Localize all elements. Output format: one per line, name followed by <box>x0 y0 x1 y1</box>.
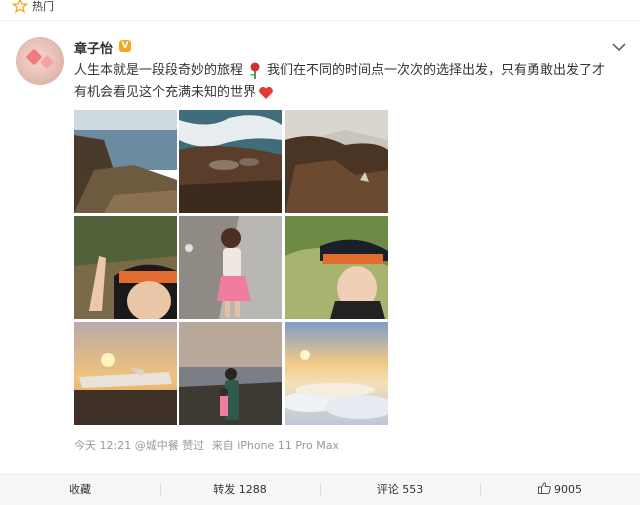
favorite-label: 收藏 <box>69 483 91 496</box>
photo-2[interactable] <box>179 110 282 213</box>
photo-4[interactable] <box>74 216 177 319</box>
post-text: 人生本就是一段段奇妙的旅程 我们在不同的时间点一次次的选择出发，只有勇敢出发了才… <box>74 60 614 104</box>
photo-5[interactable] <box>179 216 282 319</box>
section-label: 热门 <box>32 0 54 13</box>
thumbs-up-icon <box>538 482 551 494</box>
favorite-button[interactable]: 收藏 <box>0 475 160 505</box>
repost-button[interactable]: 转发 1288 <box>160 475 320 505</box>
photo-7[interactable] <box>74 322 177 425</box>
liked-label: 赞过 <box>182 439 205 452</box>
hot-section-header: 热门 <box>0 0 640 21</box>
photo-3[interactable] <box>285 110 388 213</box>
like-button[interactable]: 9005 <box>480 475 640 505</box>
photo-8[interactable] <box>179 322 282 425</box>
photo-9[interactable] <box>285 322 388 425</box>
photo-1[interactable] <box>74 110 177 213</box>
post-meta: 今天 12:21 @城中餐 赞过 来自 iPhone 11 Pro Max <box>74 437 339 453</box>
via-user-link[interactable]: @城中餐 <box>135 439 179 452</box>
post-text-line1: 人生本就是一段段奇妙的旅程 <box>74 63 244 78</box>
post-text-line1b: 我们在不同的时间点一次次的选择出发，只有勇敢出发了才 <box>267 63 606 78</box>
action-bar: 收藏 转发 1288 评论 553 9005 <box>0 474 640 505</box>
repost-label: 转发 1288 <box>213 483 267 496</box>
like-count: 9005 <box>554 483 582 496</box>
rose-emoji-icon <box>250 62 260 79</box>
post-timestamp[interactable]: 今天 12:21 <box>74 439 131 452</box>
photo-6[interactable] <box>285 216 388 319</box>
post-text-line2: 有机会看见这个充满未知的世界 <box>74 85 257 100</box>
avatar[interactable] <box>16 37 64 85</box>
chevron-down-icon[interactable] <box>612 42 626 52</box>
comment-button[interactable]: 评论 553 <box>320 475 480 505</box>
post-source[interactable]: 来自 iPhone 11 Pro Max <box>212 439 339 452</box>
verified-badge-icon: V <box>119 40 131 52</box>
star-icon <box>12 0 28 14</box>
heart-emoji-icon <box>259 86 273 99</box>
comment-label: 评论 553 <box>376 483 424 496</box>
author-name[interactable]: 章子怡 <box>74 38 113 57</box>
